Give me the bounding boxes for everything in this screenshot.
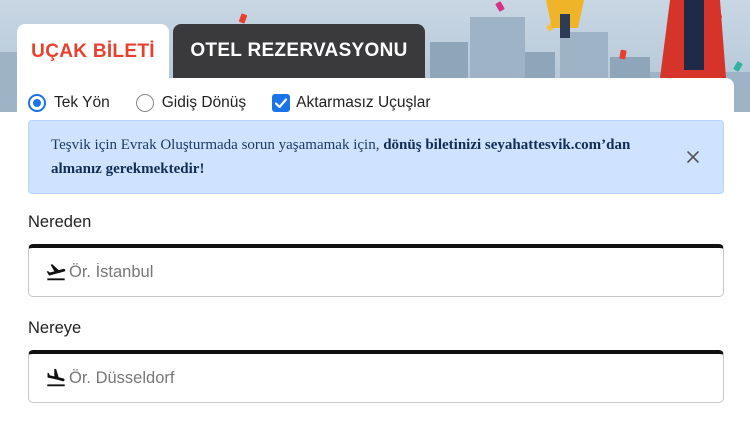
tab-label: OTEL REZERVASYONU: [190, 40, 408, 61]
to-input[interactable]: [69, 368, 669, 388]
direct-flights-option[interactable]: Aktarmasız Uçuşlar: [272, 94, 431, 112]
tab-label: UÇAK BİLETİ: [31, 41, 155, 62]
hero-illustration: [540, 0, 590, 45]
info-alert: Teşvik için Evrak Oluşturmada sorun yaşa…: [28, 120, 724, 194]
round-trip-radio[interactable]: [135, 94, 154, 112]
alert-message: Teşvik için Evrak Oluşturmada sorun yaşa…: [51, 134, 671, 181]
hero-illustration: [660, 0, 730, 85]
one-way-label: Tek Yön: [54, 94, 110, 111]
plane-takeoff-icon: [46, 264, 66, 281]
flight-search-form: Tek Yön Gidiş Dönüş Aktarmasız Uçuşlar T…: [17, 78, 734, 422]
tab-otel-rezervasyonu[interactable]: OTEL REZERVASYONU: [173, 24, 425, 78]
round-trip-option[interactable]: Gidiş Dönüş: [135, 94, 247, 112]
trip-type-options: Tek Yön Gidiş Dönüş Aktarmasız Uçuşlar: [28, 92, 457, 114]
close-icon[interactable]: [685, 149, 701, 165]
one-way-option[interactable]: Tek Yön: [28, 94, 110, 112]
one-way-radio[interactable]: [28, 94, 46, 112]
alert-text-plain: Teşvik için Evrak Oluşturmada sorun yaşa…: [51, 137, 384, 153]
from-label: Nereden: [28, 213, 92, 231]
plane-landing-icon: [47, 368, 65, 387]
check-icon: [275, 98, 288, 109]
round-trip-label: Gidiş Dönüş: [161, 94, 247, 111]
direct-flights-checkbox[interactable]: [272, 94, 291, 112]
direct-flights-label: Aktarmasız Uçuşlar: [296, 94, 431, 111]
to-label: Nereye: [28, 319, 82, 337]
from-field[interactable]: [28, 244, 724, 297]
from-input[interactable]: [69, 262, 669, 282]
to-field[interactable]: [28, 350, 724, 403]
tab-ucak-bileti[interactable]: UÇAK BİLETİ: [17, 24, 169, 80]
